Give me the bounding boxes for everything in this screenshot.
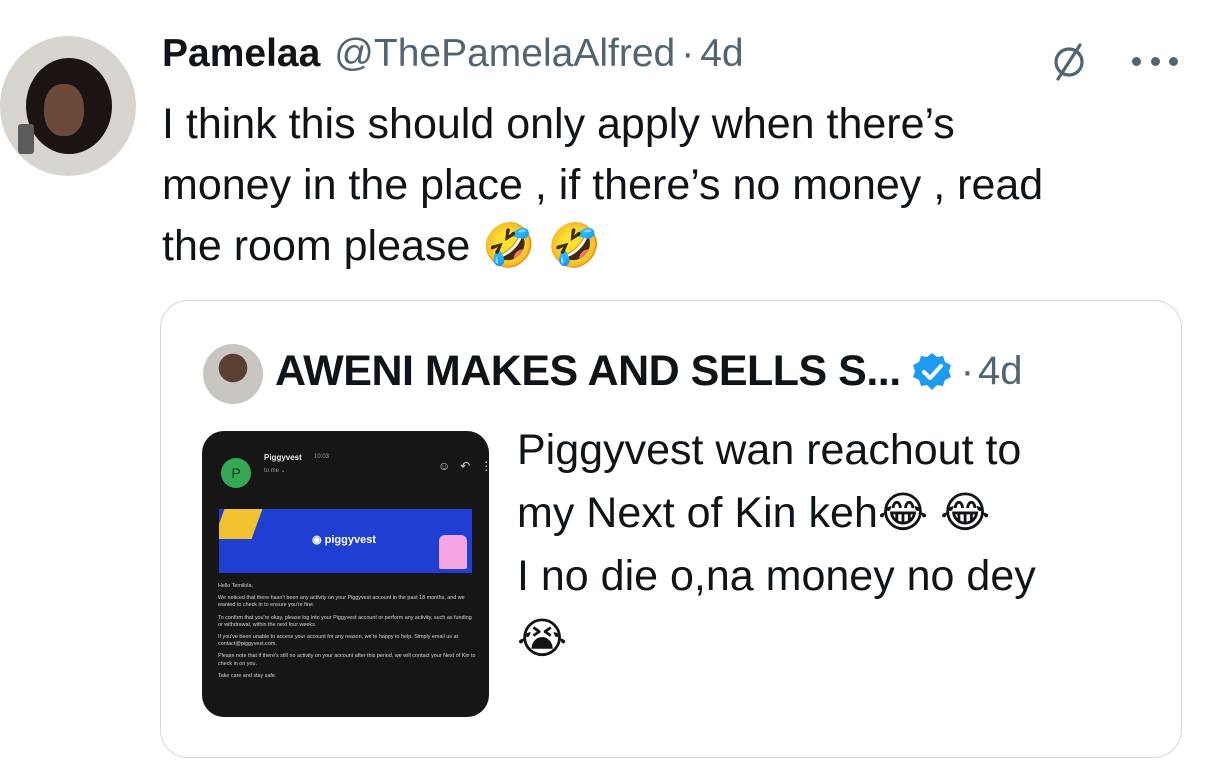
quoted-tweet[interactable]: AWENI MAKES AND SELLS S... · 4d P Piggyv… bbox=[160, 300, 1182, 758]
quoted-tweet-image[interactable]: P Piggyvest 10:03 to me ⌄ ☺↶⋮ ◉ piggyves… bbox=[202, 431, 489, 717]
tweet-header: Pamelaa @ThePamelaAlfred · 4d bbox=[162, 32, 744, 76]
email-closing: Take care and stay safe. bbox=[218, 672, 277, 679]
tweet-text-line: the room please 🤣 🤣 bbox=[162, 222, 602, 270]
quoted-header-separator: · bbox=[960, 349, 975, 393]
quoted-tweet-text: Piggyvest wan reachout to my Next of Kin… bbox=[517, 419, 1137, 671]
more-icon[interactable] bbox=[1132, 54, 1178, 68]
tweet-text-line: money in the place , if there’s no money… bbox=[162, 161, 1044, 209]
avatar-phone bbox=[18, 124, 34, 154]
header-separator: · bbox=[681, 32, 695, 75]
logo-text: piggyvest bbox=[324, 534, 377, 546]
avatar-face bbox=[44, 84, 84, 136]
author-avatar[interactable] bbox=[0, 36, 136, 176]
quoted-author-name: AWENI MAKES AND SELLS S... bbox=[275, 347, 901, 395]
quoted-text-line: my Next of Kin keh😂 😂 bbox=[517, 489, 991, 537]
quoted-tweet-timestamp: 4d bbox=[978, 349, 1023, 393]
tweet-text-line: I think this should only apply when ther… bbox=[162, 100, 955, 148]
email-actions: ☺↶⋮ bbox=[438, 459, 489, 473]
quoted-text-line: Piggyvest wan reachout to bbox=[517, 426, 1022, 474]
author-name[interactable]: Pamelaa bbox=[162, 32, 320, 76]
banner-shape bbox=[219, 509, 263, 539]
email-time: 10:03 bbox=[314, 454, 330, 460]
email-paragraph: We noticed that there hasn't been any ac… bbox=[218, 595, 465, 609]
verified-badge-icon bbox=[912, 352, 951, 390]
quoted-tweet-header: AWENI MAKES AND SELLS S... · 4d bbox=[275, 347, 1023, 396]
piggyvest-logo: ◉ piggyvest bbox=[312, 534, 377, 546]
email-greeting: Hello Temilola, bbox=[218, 583, 253, 589]
tweet-timestamp[interactable]: 4d bbox=[700, 32, 743, 76]
more-dot bbox=[1150, 56, 1160, 66]
email-sender: Piggyvest bbox=[264, 453, 302, 462]
more-dot bbox=[1132, 56, 1141, 66]
email-paragraph: To confirm that you're okay, please log … bbox=[218, 614, 472, 628]
more-dot bbox=[1169, 56, 1178, 66]
email-paragraph: If you've been unable to access your acc… bbox=[218, 634, 458, 648]
banner-shape bbox=[439, 535, 467, 569]
author-handle[interactable]: @ThePamelaAlfred bbox=[334, 32, 675, 76]
email-sender-avatar: P bbox=[221, 458, 251, 488]
email-body: Hello Temilola, We noticed that there ha… bbox=[218, 583, 476, 685]
grok-icon[interactable] bbox=[1047, 40, 1091, 84]
email-recipient: to me ⌄ bbox=[264, 468, 286, 474]
quoted-author-avatar bbox=[203, 344, 263, 404]
email-banner: ◉ piggyvest bbox=[219, 509, 472, 573]
tweet-text: I think this should only apply when ther… bbox=[162, 94, 1172, 277]
quoted-text-line: 😭 bbox=[517, 615, 568, 663]
quoted-text-line: I no die o,na money no dey bbox=[517, 552, 1036, 600]
email-paragraph: Please note that if there's still no act… bbox=[218, 653, 476, 667]
